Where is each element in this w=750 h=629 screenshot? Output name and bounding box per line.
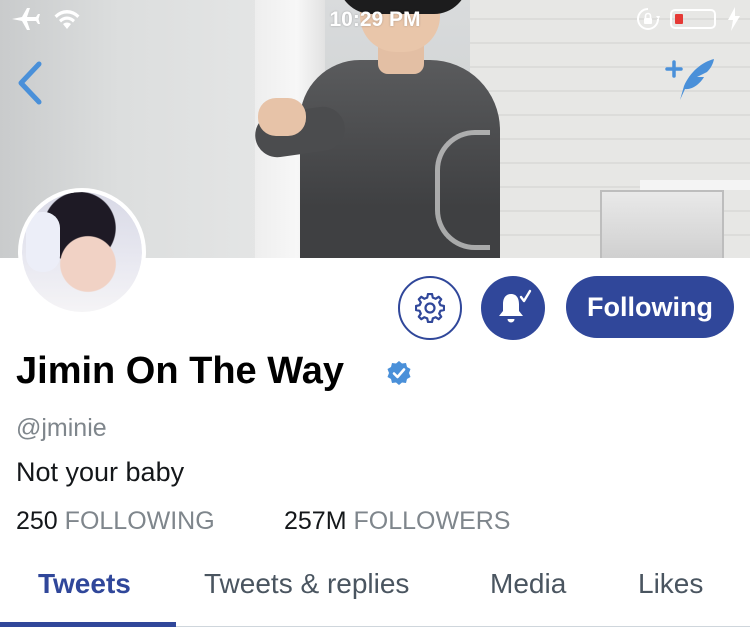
status-bar: 10:29 PM [0, 0, 750, 40]
profile-tabs: Tweets Tweets & replies Media Likes [0, 560, 750, 629]
profile-bio: Not your baby [16, 457, 185, 487]
back-button[interactable] [12, 58, 48, 108]
following-stat[interactable]: 250 FOLLOWING [16, 507, 215, 536]
tab-tweets-and-replies[interactable]: Tweets & replies [204, 568, 409, 600]
avatar-photo-hand [26, 212, 60, 272]
banner-shelf [640, 180, 750, 190]
following-button[interactable]: Following [566, 276, 734, 338]
banner-person-hand [258, 98, 306, 136]
active-tab-indicator [0, 622, 176, 627]
followers-count: 257M [284, 507, 347, 535]
following-count: 250 [16, 507, 58, 535]
profile-settings-button[interactable] [398, 276, 462, 340]
profile-avatar[interactable] [18, 188, 146, 316]
charging-bolt-icon [728, 7, 740, 31]
verified-badge-icon [387, 361, 411, 385]
tab-likes[interactable]: Likes [638, 568, 703, 600]
compose-tweet-button[interactable] [664, 56, 720, 106]
banner-shirt-print [435, 130, 490, 250]
tab-media[interactable]: Media [490, 568, 566, 600]
gear-icon [415, 293, 445, 323]
battery-icon [670, 9, 716, 29]
display-name: Jimin On The Way [16, 350, 344, 392]
battery-level [675, 14, 683, 24]
followers-label: FOLLOWERS [353, 507, 511, 535]
user-handle: @jminie [16, 414, 107, 442]
following-label: FOLLOWING [64, 507, 215, 535]
banner-cart [600, 190, 724, 258]
orientation-lock-icon [637, 8, 660, 30]
followers-stat[interactable]: 257M FOLLOWERS [284, 507, 510, 536]
tab-tweets[interactable]: Tweets [38, 568, 131, 600]
bell-check-icon [499, 289, 532, 323]
notifications-button[interactable] [481, 276, 545, 340]
